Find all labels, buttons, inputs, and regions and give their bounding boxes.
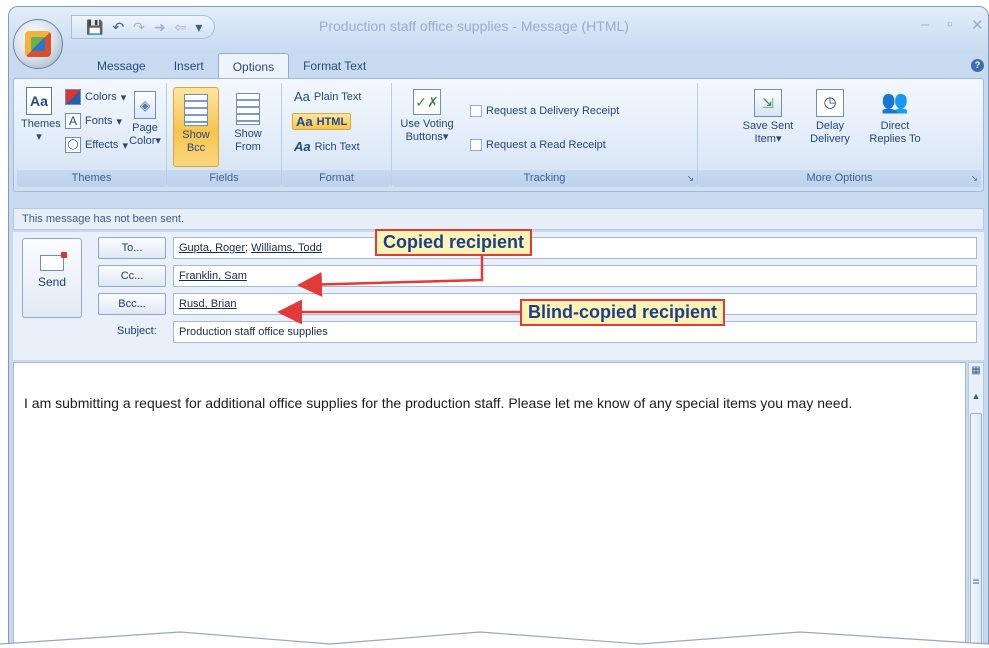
clock-icon: ◷	[816, 89, 844, 117]
colors-button[interactable]: Colors ▾	[65, 89, 126, 105]
plain-text-button[interactable]: Aa Plain Text	[294, 89, 361, 104]
tab-insert[interactable]: Insert	[160, 53, 218, 79]
quick-access-toolbar: 💾 ↶ ↷ ➜ ⇦ ▾	[71, 15, 216, 39]
minimize-icon[interactable]: –	[921, 16, 929, 33]
to-field[interactable]: Gupta, Roger; Williams, Todd	[173, 237, 977, 259]
office-logo-icon	[25, 31, 51, 57]
fonts-icon: A	[65, 113, 81, 129]
tab-message[interactable]: Message	[83, 53, 160, 79]
tracking-group-label: Tracking	[392, 170, 697, 187]
show-bcc-button[interactable]: Show Bcc	[173, 87, 219, 167]
scroll-grip-icon: ▬ ▬	[973, 577, 979, 586]
html-icon: Aa	[296, 114, 313, 129]
page-color-icon: ◈	[134, 91, 156, 119]
themes-group-label: Themes	[17, 170, 166, 187]
show-bcc-icon	[184, 94, 208, 126]
customize-toolbar-icon[interactable]: ▾	[195, 20, 202, 34]
arrow-left-icon[interactable]: ⇦	[175, 20, 187, 34]
rich-text-icon: Aa	[294, 139, 311, 154]
colors-icon	[65, 89, 81, 105]
tracking-group: ✓✗ Use Voting Buttons▾ Request a Deliver…	[392, 83, 698, 187]
to-button[interactable]: To...	[98, 237, 166, 259]
to-recipient-2[interactable]: Williams, Todd	[251, 242, 322, 254]
office-button[interactable]	[13, 19, 63, 69]
undo-icon[interactable]: ↶	[112, 20, 124, 34]
effects-button[interactable]: ◯ Effects ▾	[65, 137, 128, 153]
blind-copied-recipient-callout: Blind-copied recipient	[520, 299, 726, 326]
themes-button[interactable]: Aa Themes ▾	[21, 87, 61, 144]
tab-format-text[interactable]: Format Text	[289, 53, 380, 79]
effects-icon: ◯	[65, 137, 81, 153]
title-bar: 💾 ↶ ↷ ➜ ⇦ ▾ Production staff office supp…	[9, 7, 988, 51]
read-receipt-check-icon	[470, 139, 482, 151]
scroll-thumb[interactable]: ▬ ▬	[970, 413, 982, 647]
rich-text-button[interactable]: Aa Rich Text	[294, 139, 360, 154]
message-body[interactable]: I am submitting a request for additional…	[13, 362, 966, 647]
bcc-button[interactable]: Bcc...	[98, 293, 166, 315]
direct-replies-button[interactable]: 👥 Direct Replies To	[864, 89, 926, 146]
themes-group: Aa Themes ▾ Colors ▾ A Fonts ▾ ◯ Effects …	[17, 83, 167, 187]
scroll-up-icon[interactable]: ▲	[970, 391, 982, 401]
torn-edge	[0, 631, 989, 648]
save-sent-icon: ⇲	[754, 89, 782, 117]
fonts-button[interactable]: A Fonts ▾	[65, 113, 122, 129]
more-options-group: ⇲ Save Sent Item▾ ◷ Delay Delivery 👥 Dir…	[698, 83, 981, 187]
ribbon-tabs: Message Insert Options Format Text	[75, 53, 380, 79]
people-icon: 👥	[881, 89, 909, 114]
page-color-button[interactable]: ◈ Page Color▾	[125, 91, 165, 148]
close-icon[interactable]: ✕	[971, 16, 984, 34]
outlook-message-window: 💾 ↶ ↷ ➜ ⇦ ▾ Production staff office supp…	[8, 6, 989, 648]
fields-group: Show Bcc Show From Fields	[167, 83, 282, 187]
themes-icon: Aa	[26, 87, 52, 115]
show-from-icon	[236, 93, 260, 125]
window-title: Production staff office supplies - Messa…	[319, 18, 629, 34]
ruler-toggle-icon[interactable]: ▦	[970, 365, 982, 379]
fields-group-label: Fields	[167, 170, 281, 187]
subject-label: Subject:	[117, 325, 157, 337]
delivery-receipt-check-icon	[470, 105, 482, 117]
ribbon: Aa Themes ▾ Colors ▾ A Fonts ▾ ◯ Effects …	[13, 78, 984, 192]
tab-options[interactable]: Options	[217, 53, 290, 79]
plain-text-icon: Aa	[294, 89, 310, 104]
copied-recipient-callout: Copied recipient	[375, 229, 533, 256]
help-icon[interactable]: ?	[971, 59, 984, 72]
tracking-launcher-icon[interactable]: ↘	[686, 173, 694, 184]
cc-recipient[interactable]: Franklin, Sam	[179, 270, 247, 282]
more-options-launcher-icon[interactable]: ↘	[970, 173, 978, 184]
html-button[interactable]: Aa HTML	[292, 113, 352, 130]
format-group-label: Format	[282, 170, 391, 187]
vertical-scrollbar[interactable]: ▦ ▲ ▬ ▬	[968, 362, 984, 647]
cc-button[interactable]: Cc...	[98, 265, 166, 287]
message-body-text: I am submitting a request for additional…	[24, 395, 853, 411]
read-receipt-checkbox[interactable]: Request a Read Receipt	[470, 139, 606, 151]
message-status-bar: This message has not been sent.	[13, 208, 984, 230]
send-icon	[40, 252, 67, 271]
bcc-recipient[interactable]: Rusd, Brian	[179, 298, 236, 310]
delivery-receipt-checkbox[interactable]: Request a Delivery Receipt	[470, 105, 619, 117]
redo-icon[interactable]: ↷	[133, 20, 145, 34]
more-options-group-label: More Options	[698, 170, 981, 187]
show-from-button[interactable]: Show From	[225, 93, 271, 154]
send-button[interactable]: Send	[22, 238, 82, 318]
format-group: Aa Plain Text Aa HTML Aa Rich Text Forma…	[282, 83, 392, 187]
arrow-right-icon[interactable]: ➜	[154, 20, 166, 34]
maximize-icon[interactable]: ▫	[947, 16, 952, 33]
save-sent-item-button[interactable]: ⇲ Save Sent Item▾	[738, 89, 798, 146]
save-icon[interactable]: 💾	[86, 20, 103, 34]
delay-delivery-button[interactable]: ◷ Delay Delivery	[802, 89, 858, 146]
voting-icon: ✓✗	[413, 89, 441, 115]
to-recipient-1[interactable]: Gupta, Roger	[179, 242, 245, 254]
cc-field[interactable]: Franklin, Sam	[173, 265, 977, 287]
use-voting-buttons-button[interactable]: ✓✗ Use Voting Buttons▾	[398, 89, 456, 144]
